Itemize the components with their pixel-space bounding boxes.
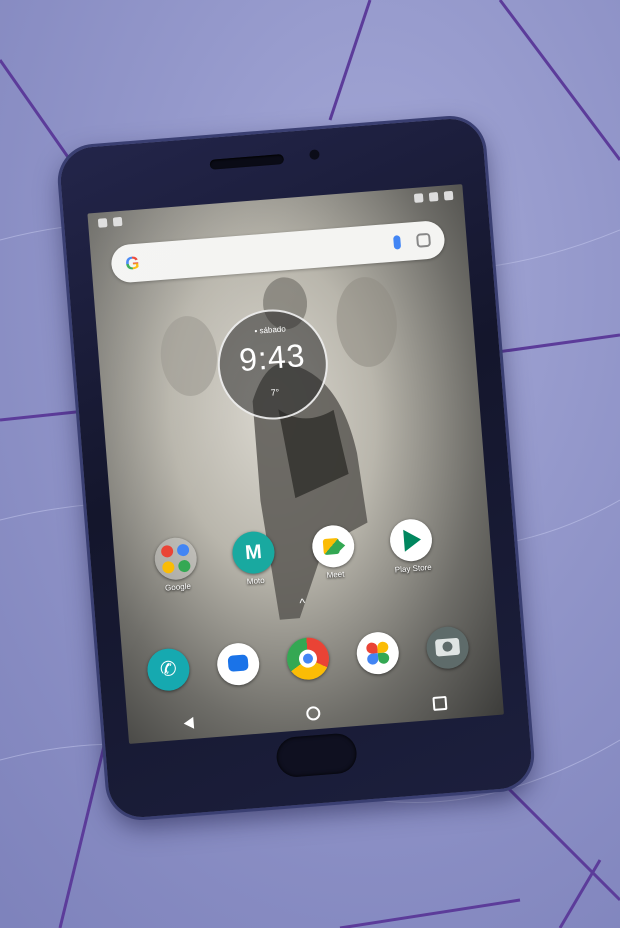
wifi-icon: [413, 192, 424, 203]
clock-temperature: 7°: [270, 387, 280, 398]
dock-camera[interactable]: [411, 624, 484, 671]
camera-icon: [424, 625, 471, 671]
meet-icon: [310, 523, 356, 569]
signal-icon: [428, 191, 439, 202]
app-google-folder[interactable]: Google: [139, 535, 213, 594]
fingerprint-sensor: [275, 732, 359, 779]
clock-time: 9:43: [237, 336, 307, 379]
chevron-up-icon[interactable]: ^: [299, 596, 306, 610]
app-play-store[interactable]: Play Store: [374, 517, 448, 576]
recents-icon[interactable]: [432, 695, 448, 711]
google-folder-icon: [153, 536, 199, 582]
dock-chrome[interactable]: [271, 635, 344, 682]
dock-photos[interactable]: [341, 629, 414, 676]
chrome-icon: [285, 636, 331, 682]
phone-icon: ✆: [145, 647, 192, 693]
smartphone: G • sábado 9:43 7° Google M Moto Meet Pl…: [58, 116, 534, 820]
notification-icon: [112, 216, 123, 227]
earpiece-speaker: [209, 154, 285, 170]
google-logo-icon: G: [124, 252, 141, 274]
battery-icon: [443, 190, 454, 201]
front-camera: [309, 149, 320, 160]
app-meet[interactable]: Meet: [297, 523, 371, 582]
dock-phone[interactable]: ✆: [132, 646, 205, 693]
phone-screen: G • sábado 9:43 7° Google M Moto Meet Pl…: [87, 184, 504, 744]
notification-icon: [97, 217, 108, 228]
home-icon[interactable]: [305, 705, 321, 721]
app-moto[interactable]: M Moto: [217, 529, 291, 588]
lens-icon[interactable]: [415, 232, 432, 248]
dock-messages[interactable]: [202, 640, 275, 687]
back-icon[interactable]: [183, 716, 195, 730]
moto-icon: M: [230, 530, 277, 576]
mic-icon[interactable]: [393, 235, 402, 250]
messages-icon: [215, 641, 261, 687]
play-store-icon: [388, 517, 434, 563]
photos-icon: [355, 630, 401, 676]
